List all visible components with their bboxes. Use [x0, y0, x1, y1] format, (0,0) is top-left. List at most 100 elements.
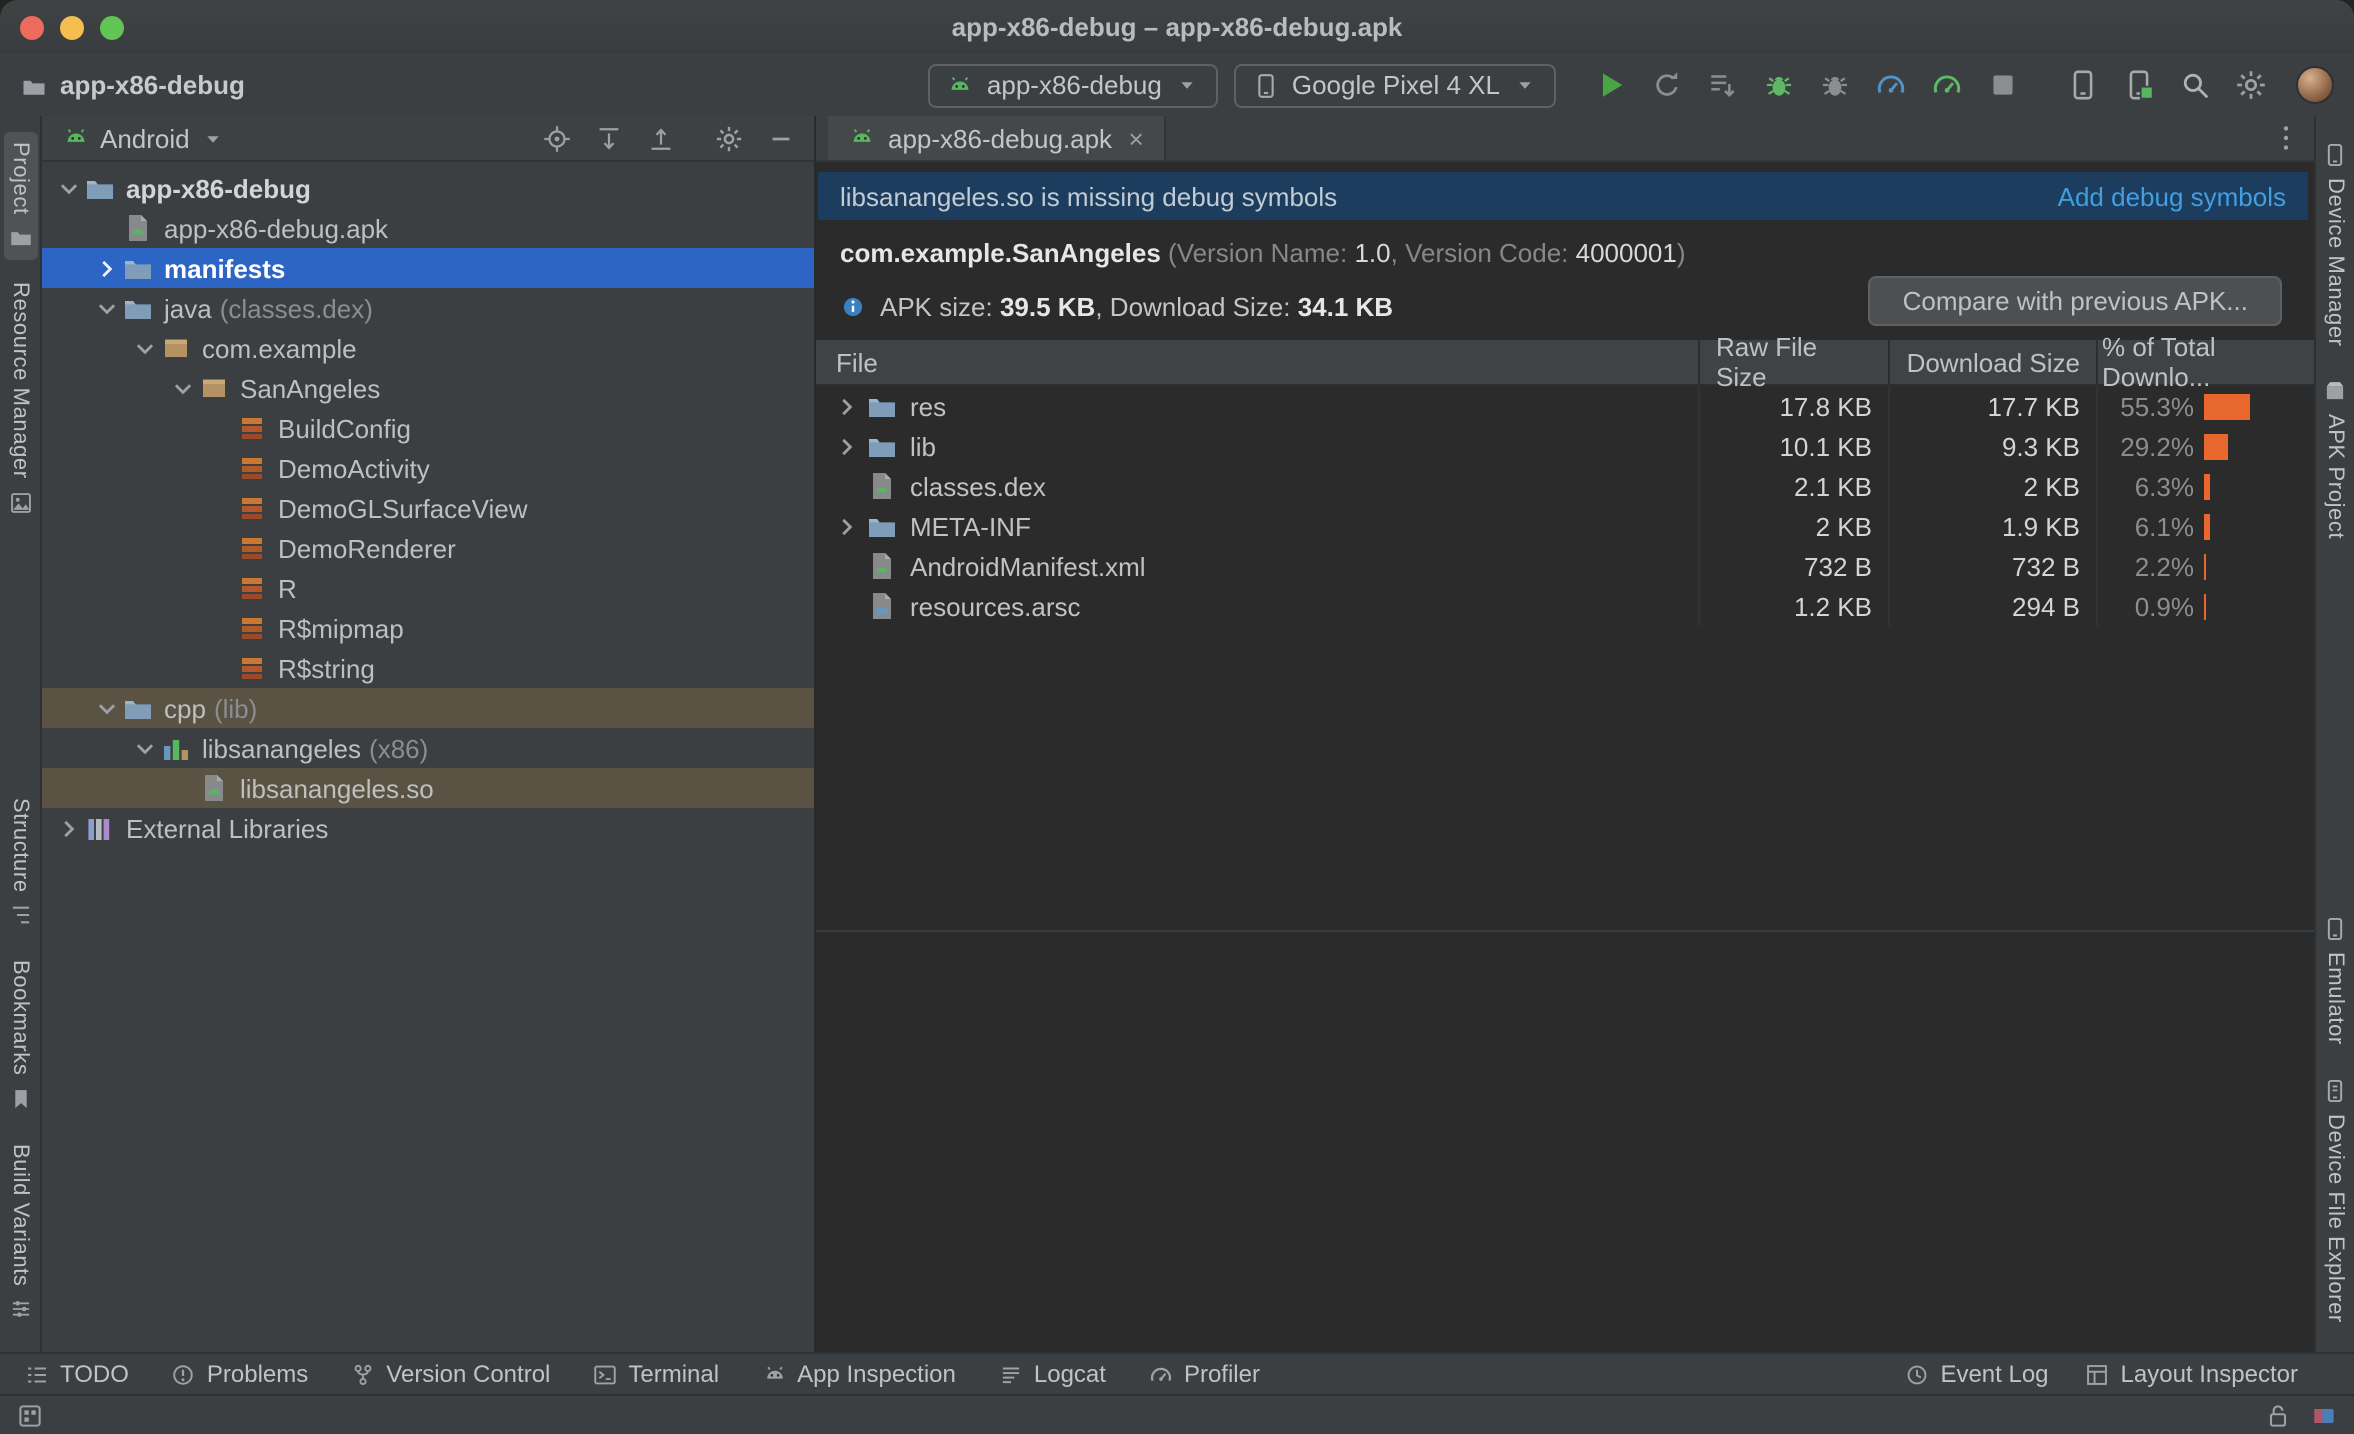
collapse-all-button[interactable] — [644, 121, 678, 155]
tool-button-logcat[interactable]: Logcat — [998, 1360, 1106, 1388]
chevron-right-icon[interactable] — [832, 391, 862, 421]
table-header: File Raw File Size Download Size% of Total… — [816, 332, 2314, 392]
expand-all-button[interactable] — [592, 121, 626, 155]
stripe-item-resource-manager[interactable]: Resource Manager — [3, 273, 37, 526]
close-button[interactable] — [20, 15, 44, 39]
project-view-selector[interactable]: Android — [62, 123, 226, 153]
tool-button-app-inspection[interactable]: App Inspection — [761, 1360, 956, 1388]
column-header-download-size[interactable]: Download Size — [1890, 340, 2098, 384]
device-select[interactable]: Google Pixel 4 XL — [1233, 63, 1556, 107]
apk-row-lib[interactable]: lib 10.1 KB 9.3 KB 29.2% — [816, 426, 2314, 466]
tool-button-terminal[interactable]: Terminal — [592, 1360, 719, 1388]
minimize-button[interactable] — [60, 15, 84, 39]
tree-item-r[interactable]: R — [42, 568, 814, 608]
attach-debugger-button[interactable] — [1812, 63, 1856, 107]
stripe-item-bookmarks[interactable]: Bookmarks — [3, 950, 37, 1121]
apk-row-androidmanifest-xml[interactable]: AndroidManifest.xml 732 B 732 B 2.2% — [816, 546, 2314, 586]
tree-item-libsanangeles-so[interactable]: libsanangeles.so — [42, 768, 814, 808]
stripe-item-build-variants[interactable]: Build Variants — [3, 1133, 37, 1332]
apk-row-resources-arsc[interactable]: resources.arsc 1.2 KB 294 B 0.9% — [816, 586, 2314, 626]
tree-item-sanangeles[interactable]: SanAngeles — [42, 368, 814, 408]
tree-item-manifests[interactable]: manifests — [42, 248, 814, 288]
chevron-right-icon[interactable] — [54, 813, 84, 843]
percent-bar — [2204, 433, 2228, 459]
compare-apk-button[interactable]: Compare with previous APK... — [1868, 276, 2282, 326]
tree-item-demorenderer[interactable]: DemoRenderer — [42, 528, 814, 568]
profile-low-overhead-button[interactable] — [1924, 63, 1968, 107]
tool-button-todo[interactable]: TODO — [24, 1360, 129, 1388]
tool-button-version-control[interactable]: Version Control — [350, 1360, 550, 1388]
chevron-right-icon[interactable] — [832, 511, 862, 541]
tree-item-app-x86-debug[interactable]: app-x86-debug — [42, 168, 814, 208]
tree-item-r-string[interactable]: R$string — [42, 648, 814, 688]
chevron-down-icon[interactable] — [130, 333, 160, 363]
close-tab-icon[interactable]: × — [1124, 125, 1148, 151]
editor-tab-apk[interactable]: app-x86-debug.apk × — [828, 116, 1167, 160]
apk-row-classes-dex[interactable]: classes.dex 2.1 KB 2 KB 6.3% — [816, 466, 2314, 506]
stripe-item-apk-project[interactable]: APK Project — [2318, 369, 2352, 550]
tree-item-demoactivity[interactable]: DemoActivity — [42, 448, 814, 488]
memory-indicator-icon[interactable] — [2310, 1401, 2338, 1429]
tool-button-problems[interactable]: Problems — [171, 1360, 308, 1388]
column-header-file[interactable]: File — [816, 340, 1700, 384]
tree-item-java[interactable]: java (classes.dex) — [42, 288, 814, 328]
run-configuration-select[interactable]: app-x86-debug — [928, 63, 1218, 107]
column-header-raw-file-size[interactable]: Raw File Size — [1700, 332, 1890, 392]
layout-inspector-icon — [2085, 1361, 2111, 1387]
download-size-cell: 1.9 KB — [1890, 506, 2098, 546]
settings-button[interactable] — [2228, 63, 2272, 107]
user-avatar[interactable] — [2296, 66, 2334, 104]
debug-button[interactable] — [1756, 63, 1800, 107]
stripe-item-device-manager[interactable]: Device Manager — [2318, 132, 2352, 357]
percent-value: 55.3% — [2120, 391, 2194, 421]
profile-button[interactable] — [1868, 63, 1912, 107]
tree-item-app-x86-debug-apk[interactable]: app-x86-debug.apk — [42, 208, 814, 248]
tool-button-profiler[interactable]: Profiler — [1148, 1360, 1260, 1388]
locate-file-button[interactable] — [540, 121, 574, 155]
hide-panel-button[interactable] — [764, 121, 798, 155]
download-size-cell: 2 KB — [1890, 466, 2098, 506]
folder-icon — [866, 510, 898, 542]
more-vertical-icon[interactable] — [2270, 122, 2302, 154]
apply-changes-button[interactable] — [1644, 63, 1688, 107]
tree-item-demoglsurfaceview[interactable]: DemoGLSurfaceView — [42, 488, 814, 528]
tree-item-buildconfig[interactable]: BuildConfig — [42, 408, 814, 448]
chevron-right-icon[interactable] — [92, 253, 122, 283]
stop-button[interactable] — [1980, 63, 2024, 107]
tree-item-external-libraries[interactable]: External Libraries — [42, 808, 814, 848]
stripe-item-project[interactable]: Project — [3, 132, 37, 261]
device-manager-button[interactable] — [2060, 63, 2104, 107]
run-button[interactable] — [1588, 63, 1632, 107]
apply-code-changes-button[interactable] — [1700, 63, 1744, 107]
tool-window-switcher-icon[interactable] — [16, 1401, 44, 1429]
chevron-down-icon[interactable] — [54, 173, 84, 203]
tree-item-com-example[interactable]: com.example — [42, 328, 814, 368]
apk-row-res[interactable]: res 17.8 KB 17.7 KB 55.3% — [816, 386, 2314, 426]
add-debug-symbols-link[interactable]: Add debug symbols — [2058, 181, 2286, 211]
tool-button-layout-inspector[interactable]: Layout Inspector — [2085, 1360, 2298, 1388]
search-everywhere-button[interactable] — [2172, 63, 2216, 107]
column-header-of-total-downlo[interactable]: % of Total Downlo... — [2098, 332, 2314, 392]
apk-row-meta-inf[interactable]: META-INF 2 KB 1.9 KB 6.1% — [816, 506, 2314, 546]
tree-item-cpp[interactable]: cpp (lib) — [42, 688, 814, 728]
zoom-button[interactable] — [100, 15, 124, 39]
unlock-icon[interactable] — [2264, 1401, 2292, 1429]
tool-button-event-log[interactable]: Event Log — [1904, 1360, 2049, 1388]
stripe-item-device-file-explorer[interactable]: Device File Explorer — [2318, 1067, 2352, 1332]
tree-item-libsanangeles[interactable]: libsanangeles (x86) — [42, 728, 814, 768]
settings-button[interactable] — [712, 121, 746, 155]
chevron-down-icon[interactable] — [130, 733, 160, 763]
device-manager-icon — [2322, 142, 2348, 168]
stripe-item-structure[interactable]: Structure — [3, 787, 37, 938]
avd-manager-button[interactable] — [2116, 63, 2160, 107]
chevron-right-icon[interactable] — [832, 431, 862, 461]
chevron-down-icon[interactable] — [92, 693, 122, 723]
file-name: res — [910, 391, 947, 421]
chevron-down-icon[interactable] — [168, 373, 198, 403]
stripe-item-emulator[interactable]: Emulator — [2318, 906, 2352, 1055]
device-file-explorer-icon — [2322, 1077, 2348, 1103]
tree-item-r-mipmap[interactable]: R$mipmap — [42, 608, 814, 648]
external-lib-icon — [84, 812, 116, 844]
text-segment: ) — [1676, 238, 1686, 268]
chevron-down-icon[interactable] — [92, 293, 122, 323]
